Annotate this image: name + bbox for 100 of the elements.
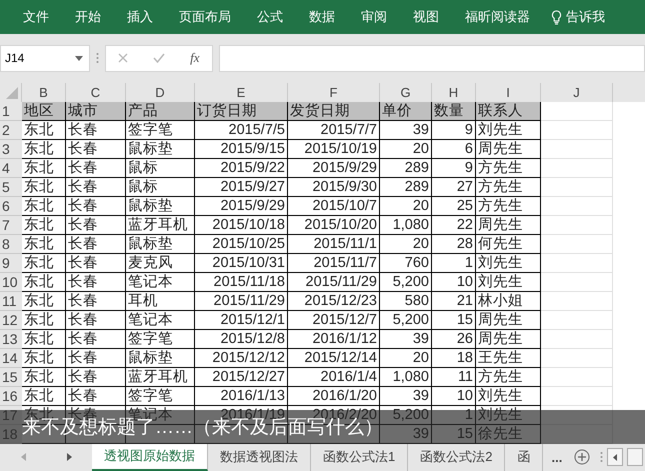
menu-tab[interactable]: 开始 <box>62 8 114 26</box>
table-cell: 长春 <box>66 196 126 216</box>
sheet-tab[interactable]: 数据透视图法 <box>208 444 311 471</box>
table-cell: 5,200 <box>380 310 432 330</box>
row-number[interactable]: 11 <box>0 292 22 310</box>
row-number[interactable]: 6 <box>0 196 22 216</box>
table-cell: 方先生 <box>476 158 541 178</box>
table-cell: 刘先生 <box>476 120 541 140</box>
table-cell: 2015/11/1 <box>288 234 380 254</box>
table-cell: 11 <box>432 368 476 386</box>
table-cell: 周先生 <box>476 330 541 348</box>
row-number[interactable]: 5 <box>0 178 22 196</box>
table-cell: 20 <box>380 234 432 254</box>
scroll-right-icon[interactable] <box>66 453 72 462</box>
table-cell: 39 <box>380 330 432 348</box>
table-cell: 2015/10/20 <box>288 216 380 234</box>
menu-tab[interactable]: 数据 <box>296 8 348 26</box>
table-cell: 2015/12/23 <box>288 292 380 310</box>
table-cell: 长春 <box>66 254 126 272</box>
menu-tab[interactable]: 插入 <box>114 8 166 26</box>
table-cell: 28 <box>432 234 476 254</box>
row-number[interactable]: 14 <box>0 348 22 368</box>
sheet-tab[interactable]: 透视图原始数据 <box>92 444 208 471</box>
menu-tab[interactable]: 公式 <box>244 8 296 26</box>
table-cell: 2015/7/7 <box>288 120 380 140</box>
insert-function-button[interactable]: fx <box>190 50 200 66</box>
table-cell: 580 <box>380 292 432 310</box>
row-number[interactable]: 13 <box>0 330 22 348</box>
table-cell: 笔记本 <box>126 272 195 292</box>
table-cell: 1,080 <box>380 368 432 386</box>
select-all-icon[interactable] <box>6 86 18 98</box>
add-sheet-icon[interactable] <box>574 449 590 466</box>
row-number[interactable]: 8 <box>0 234 22 254</box>
enter-check-icon[interactable] <box>153 53 166 64</box>
menu-tab[interactable]: 文件 <box>10 8 62 26</box>
table-cell: 东北 <box>22 120 66 140</box>
table-cell: 1,080 <box>380 216 432 234</box>
table-cell: 长春 <box>66 368 126 386</box>
table-cell: 2015/11/29 <box>288 272 380 292</box>
row-number[interactable]: 2 <box>0 120 22 140</box>
table-cell: 麦克风 <box>126 254 195 272</box>
table-cell: 20 <box>380 140 432 158</box>
row-number[interactable]: 4 <box>0 158 22 178</box>
sheet-tab[interactable]: 函数公式法2 <box>408 444 506 471</box>
table-cell: 东北 <box>22 386 66 406</box>
table-cell: 2015/9/30 <box>288 178 380 196</box>
table-cell: 20 <box>380 196 432 216</box>
table-cell: 289 <box>380 158 432 178</box>
table-cell: 22 <box>432 216 476 234</box>
table-cell: 6 <box>432 140 476 158</box>
scroll-left-button[interactable] <box>607 448 623 466</box>
table-cell: 东北 <box>22 292 66 310</box>
table-cell: 东北 <box>22 330 66 348</box>
scroll-left-icon[interactable] <box>20 453 26 462</box>
table-cell: 东北 <box>22 178 66 196</box>
table-cell: 长春 <box>66 140 126 158</box>
table-cell: 东北 <box>22 348 66 368</box>
table-cell: 东北 <box>22 216 66 234</box>
table-cell: 周先生 <box>476 216 541 234</box>
row-number[interactable]: 1 <box>0 102 22 120</box>
menu-tab[interactable]: 页面布局 <box>166 8 244 26</box>
left-triangle-icon <box>613 454 617 461</box>
table-cell: 周先生 <box>476 310 541 330</box>
table-cell: 2016/1/12 <box>288 330 380 348</box>
menu-tab[interactable]: 审阅 <box>348 8 400 26</box>
sheet-tab[interactable]: 函 <box>505 444 544 471</box>
column-header-cell: 产品 <box>126 102 195 120</box>
row-number[interactable]: 16 <box>0 386 22 406</box>
table-cell: 2015/10/18 <box>195 216 288 234</box>
table-cell: 2016/1/13 <box>195 386 288 406</box>
table-cell: 39 <box>380 120 432 140</box>
table-cell: 鼠标 <box>126 178 195 196</box>
row-number[interactable]: 9 <box>0 254 22 272</box>
row-number[interactable]: 3 <box>0 140 22 158</box>
table-cell: 1 <box>432 406 476 424</box>
row-number[interactable]: 12 <box>0 310 22 330</box>
menu-tab[interactable]: 福昕阅读器 <box>452 8 543 26</box>
row-number[interactable]: 10 <box>0 272 22 292</box>
table-cell: 2015/9/29 <box>288 158 380 178</box>
table-cell: 2015/11/29 <box>195 292 288 310</box>
menu-tab[interactable]: 视图 <box>400 8 452 26</box>
table-cell: 2015/10/25 <box>195 234 288 254</box>
table-cell: 长春 <box>66 330 126 348</box>
table-cell: 760 <box>380 254 432 272</box>
table-cell: 东北 <box>22 310 66 330</box>
table-cell: 2015/9/22 <box>195 158 288 178</box>
row-number[interactable]: 7 <box>0 216 22 234</box>
table-cell: 长春 <box>66 216 126 234</box>
table-cell: 长春 <box>66 292 126 310</box>
cancel-icon[interactable] <box>118 53 128 64</box>
table-cell: 18 <box>432 348 476 368</box>
sheet-tab[interactable]: 函数公式法1 <box>311 444 408 471</box>
table-cell: 2015/12/1 <box>195 310 288 330</box>
table-cell: 长春 <box>66 310 126 330</box>
more-tabs-button[interactable]: ... <box>543 444 570 471</box>
formula-input[interactable] <box>219 44 645 72</box>
row-number[interactable]: 15 <box>0 368 22 386</box>
tell-me-button[interactable]: 告诉我 <box>543 8 613 26</box>
table-cell: 2015/10/19 <box>288 140 380 158</box>
name-box[interactable]: J14 <box>0 44 90 72</box>
